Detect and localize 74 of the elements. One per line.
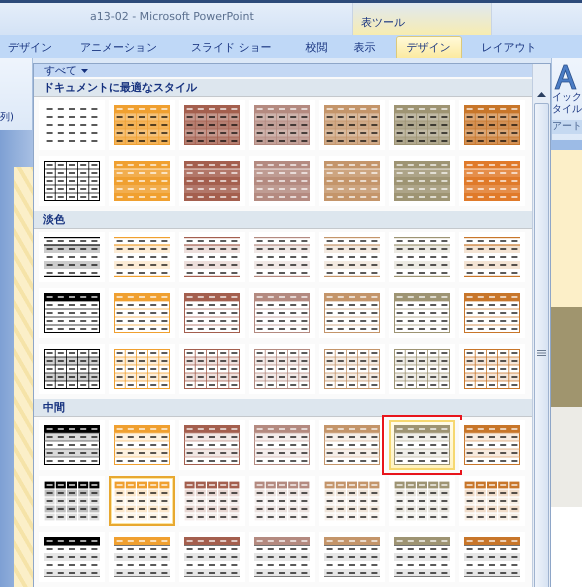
table-style-preview[interactable]: [249, 476, 315, 526]
table-style-preview[interactable]: [319, 232, 385, 282]
table-style-preview[interactable]: [459, 288, 525, 338]
ribbon-tab[interactable]: デザイン: [0, 36, 62, 58]
table-style-preview[interactable]: [39, 476, 105, 526]
grip-icon: [537, 350, 546, 356]
table-style-preview[interactable]: [39, 100, 105, 150]
table-style-preview[interactable]: [249, 344, 315, 394]
window-title: a13-02 - Microsoft PowerPoint: [90, 10, 254, 23]
table-style-preview[interactable]: [109, 100, 175, 150]
table-style-preview[interactable]: [179, 232, 245, 282]
table-style-preview[interactable]: [319, 344, 385, 394]
section-header: ドキュメントに最適なスタイル: [34, 79, 532, 97]
ribbon-group-label: アート: [552, 120, 582, 134]
table-style-preview[interactable]: [109, 420, 175, 470]
table-style-preview[interactable]: [249, 532, 315, 582]
table-style-preview[interactable]: [389, 288, 455, 338]
ribbon-label: 列): [0, 111, 15, 124]
table-style-preview[interactable]: [179, 100, 245, 150]
table-style-preview[interactable]: [249, 420, 315, 470]
section-header: 中間: [34, 399, 532, 417]
ribbon-tab[interactable]: アニメーション: [70, 36, 167, 58]
table-style-preview[interactable]: [319, 476, 385, 526]
table-style-preview[interactable]: [109, 532, 175, 582]
table-style-preview[interactable]: [459, 100, 525, 150]
table-style-preview[interactable]: [109, 344, 175, 394]
table-style-preview[interactable]: [319, 100, 385, 150]
table-style-preview[interactable]: [459, 476, 525, 526]
ribbon-tab[interactable]: レイアウト: [472, 36, 546, 58]
table-style-preview[interactable]: [389, 420, 455, 470]
table-style-preview[interactable]: [459, 532, 525, 582]
table-style-preview[interactable]: [459, 232, 525, 282]
ribbon-label: イック: [552, 92, 582, 104]
scrollbar-thumb[interactable]: [534, 103, 549, 587]
context-tab-group: 表ツール: [352, 3, 492, 35]
table-style-preview[interactable]: [39, 532, 105, 582]
table-style-preview[interactable]: [319, 532, 385, 582]
section-header: 淡色: [34, 211, 532, 229]
table-style-preview[interactable]: [389, 232, 455, 282]
table-style-preview[interactable]: [179, 344, 245, 394]
table-style-preview[interactable]: [179, 288, 245, 338]
filter-dropdown[interactable]: すべて: [44, 64, 88, 77]
table-style-preview[interactable]: [39, 232, 105, 282]
table-style-preview[interactable]: [39, 344, 105, 394]
table-style-preview[interactable]: [179, 420, 245, 470]
table-style-preview[interactable]: [389, 532, 455, 582]
table-style-preview[interactable]: [249, 232, 315, 282]
table-style-preview[interactable]: [249, 100, 315, 150]
table-style-preview[interactable]: [389, 344, 455, 394]
scrollbar[interactable]: [532, 64, 550, 587]
table-style-preview[interactable]: [39, 420, 105, 470]
ribbon-tab[interactable]: デザイン: [396, 36, 462, 58]
table-style-preview[interactable]: [389, 100, 455, 150]
table-style-preview[interactable]: [389, 476, 455, 526]
ribbon-tab[interactable]: 表示: [344, 36, 386, 58]
table-style-preview[interactable]: [109, 232, 175, 282]
table-style-preview[interactable]: [39, 156, 105, 206]
table-style-preview[interactable]: [179, 476, 245, 526]
table-style-preview[interactable]: [459, 344, 525, 394]
table-style-preview[interactable]: [109, 476, 175, 526]
table-style-preview[interactable]: [179, 532, 245, 582]
text-style-icon[interactable]: [553, 62, 579, 92]
ribbon-tab[interactable]: 校閲: [296, 36, 338, 58]
workspace-strip: [551, 140, 582, 150]
table-style-preview[interactable]: [319, 420, 385, 470]
table-style-preview[interactable]: [249, 288, 315, 338]
caret-icon: [81, 68, 88, 72]
table-style-preview[interactable]: [459, 420, 525, 470]
table-style-preview[interactable]: [319, 288, 385, 338]
ribbon-label: タイル: [552, 104, 582, 116]
ribbon-tab[interactable]: スライド ショー: [181, 36, 282, 58]
table-style-preview[interactable]: [39, 288, 105, 338]
scroll-up-icon[interactable]: [537, 92, 546, 97]
table-style-preview[interactable]: [109, 288, 175, 338]
